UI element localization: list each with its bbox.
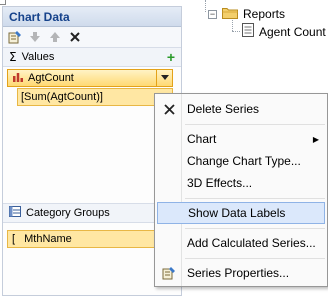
tree-item-report[interactable]: Agent Count S — [242, 23, 328, 40]
values-label: Values — [21, 51, 55, 63]
menu-add-calculated-series[interactable]: Add Calculated Series... — [157, 232, 325, 254]
group-bracket: [ — [12, 233, 16, 245]
menu-delete-series[interactable]: Delete Series — [157, 98, 325, 120]
panel-title: Chart Data — [3, 7, 181, 27]
sigma-icon: Σ — [9, 50, 17, 64]
series-dropdown-icon[interactable] — [156, 70, 172, 86]
tree-item-reports[interactable]: − Reports — [208, 6, 285, 22]
tree-label-reports: Reports — [243, 7, 286, 21]
delete-icon[interactable] — [67, 29, 83, 45]
properties-icon[interactable] — [7, 29, 23, 45]
move-down-icon[interactable] — [27, 29, 43, 45]
folder-icon — [222, 6, 238, 22]
add-value-icon[interactable]: + — [167, 49, 175, 65]
menu-separator — [185, 198, 325, 199]
menu-separator — [185, 228, 325, 229]
tree-label-report: Agent Count S — [259, 24, 328, 39]
series-row-agtcount[interactable]: AgtCount — [7, 69, 173, 87]
menu-separator — [185, 258, 325, 259]
context-menu: Delete Series Chart ▶ Change Chart Type.… — [154, 93, 328, 287]
series-name: AgtCount — [28, 72, 74, 84]
collapse-icon[interactable]: − — [208, 9, 217, 19]
values-header: Σ Values + — [3, 47, 181, 67]
move-up-icon[interactable] — [47, 29, 63, 45]
report-icon — [242, 23, 254, 40]
delete-series-icon — [157, 103, 181, 115]
panel-toolbar — [3, 27, 181, 47]
series-expression[interactable]: [Sum(AgtCount)] — [17, 88, 173, 106]
menu-chart[interactable]: Chart ▶ — [157, 128, 325, 150]
category-groups-label: Category Groups — [26, 207, 110, 219]
top-left-edge — [0, 0, 6, 5]
menu-separator — [185, 124, 325, 125]
category-group-row[interactable]: [ MthName — [7, 230, 173, 248]
menu-change-chart-type[interactable]: Change Chart Type... — [157, 150, 325, 172]
bar-chart-icon — [12, 71, 24, 86]
group-name: MthName — [24, 233, 72, 245]
series-properties-icon — [157, 266, 181, 280]
report-tree: − Reports Agent Count S — [200, 0, 328, 40]
submenu-arrow-icon: ▶ — [312, 134, 319, 144]
category-groups-icon — [9, 206, 21, 220]
menu-3d-effects[interactable]: 3D Effects... — [157, 172, 325, 194]
menu-show-data-labels[interactable]: Show Data Labels — [157, 202, 325, 224]
menu-series-properties[interactable]: Series Properties... — [157, 262, 325, 284]
